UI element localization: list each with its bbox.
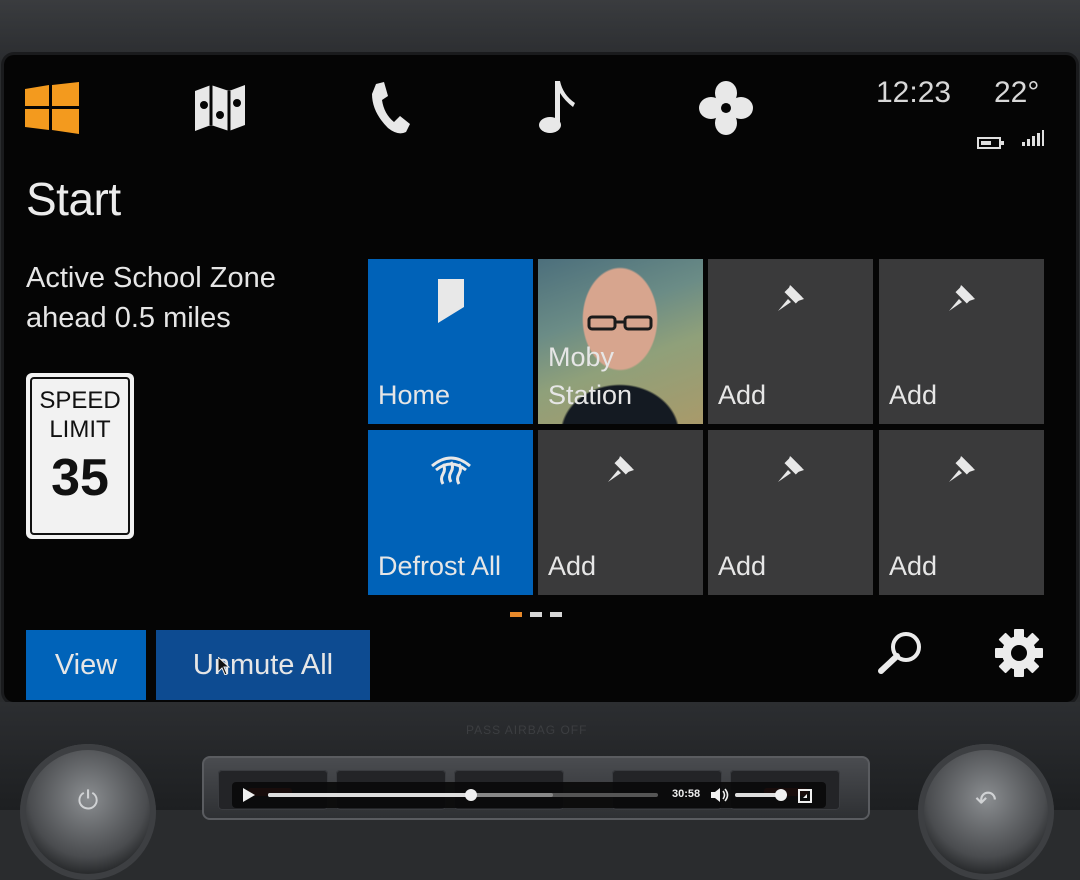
tile-home[interactable]: Home	[368, 259, 533, 424]
battery-icon	[977, 134, 1005, 153]
temperature: 22°	[994, 76, 1040, 109]
pin-icon	[708, 281, 873, 315]
windows-icon[interactable]	[25, 80, 79, 136]
page-dot[interactable]	[550, 612, 562, 617]
volume-handle[interactable]	[774, 789, 787, 801]
bookmark-icon	[368, 279, 533, 323]
volume-icon[interactable]	[710, 787, 730, 807]
speed-limit-value: 35	[51, 449, 109, 507]
phone-icon[interactable]	[370, 80, 410, 136]
pin-icon	[879, 452, 1044, 486]
fan-icon[interactable]	[699, 80, 753, 136]
tile-add-5[interactable]: Add	[879, 430, 1044, 595]
play-icon[interactable]	[242, 787, 256, 807]
tile-label: Add	[889, 551, 938, 581]
mouse-cursor-icon	[217, 655, 231, 679]
tile-label: Home	[378, 380, 451, 410]
signal-icon	[1022, 130, 1044, 150]
page-dot[interactable]	[530, 612, 542, 617]
page-title: Start	[26, 173, 121, 225]
seek-played	[268, 793, 471, 797]
alert-line-1: Active School Zone	[26, 262, 276, 294]
power-knob[interactable]: ⏻	[20, 744, 156, 880]
tile-label: Defrost All	[378, 551, 502, 581]
tile-moby-station[interactable]: Moby Station	[538, 259, 703, 424]
tile-add-4[interactable]: Add	[708, 430, 873, 595]
speed-limit-sign: SPEED LIMIT 35	[26, 373, 134, 539]
seek-handle[interactable]	[464, 789, 477, 801]
clock: 12:23	[876, 76, 952, 109]
unmute-all-button[interactable]: Unmute All	[156, 630, 370, 700]
volume-fill	[735, 793, 781, 797]
page-indicator[interactable]	[510, 612, 562, 617]
bezel-top	[0, 0, 1080, 60]
tile-label: Add	[548, 551, 597, 581]
map-icon[interactable]	[193, 80, 247, 136]
fullscreen-icon[interactable]	[798, 788, 812, 807]
alert-line-2: ahead 0.5 miles	[26, 302, 231, 334]
pin-icon	[708, 452, 873, 486]
speed-sign-line-1: SPEED	[39, 387, 121, 414]
tile-defrost-all[interactable]: Defrost All	[368, 430, 533, 595]
search-icon[interactable]	[876, 630, 926, 678]
tile-label: Add	[718, 380, 767, 410]
seek-bar[interactable]	[268, 789, 658, 801]
music-icon[interactable]	[539, 80, 577, 136]
gear-icon[interactable]	[994, 628, 1044, 682]
tile-add-1[interactable]: Add	[708, 259, 873, 424]
page-dot[interactable]	[510, 612, 522, 617]
tile-label: Add	[718, 551, 767, 581]
tile-label-line-1: Moby	[548, 342, 615, 372]
tile-add-3[interactable]: Add	[538, 430, 703, 595]
playback-time: 30:58	[672, 788, 701, 800]
defrost-icon	[368, 452, 533, 486]
pin-icon	[538, 452, 703, 486]
pin-icon	[879, 281, 1044, 315]
video-player-bar: 30:58	[232, 782, 826, 808]
tile-label-line-2: Station	[548, 380, 633, 410]
view-button[interactable]: View	[26, 630, 146, 700]
school-zone-alert: Active School Zone ahead 0.5 miles	[26, 258, 346, 338]
speed-sign-line-2: LIMIT	[49, 416, 111, 443]
portrait-glasses	[587, 315, 653, 331]
tile-label: Moby Station	[548, 338, 632, 414]
power-icon: ⏻	[77, 786, 99, 816]
back-knob[interactable]: ↶	[918, 744, 1054, 880]
tile-add-2[interactable]: Add	[879, 259, 1044, 424]
airbag-indicator: PASS AIRBAG OFF	[466, 723, 588, 737]
tile-label: Add	[889, 380, 938, 410]
volume-slider[interactable]	[735, 789, 787, 801]
back-icon: ↶	[975, 786, 997, 816]
